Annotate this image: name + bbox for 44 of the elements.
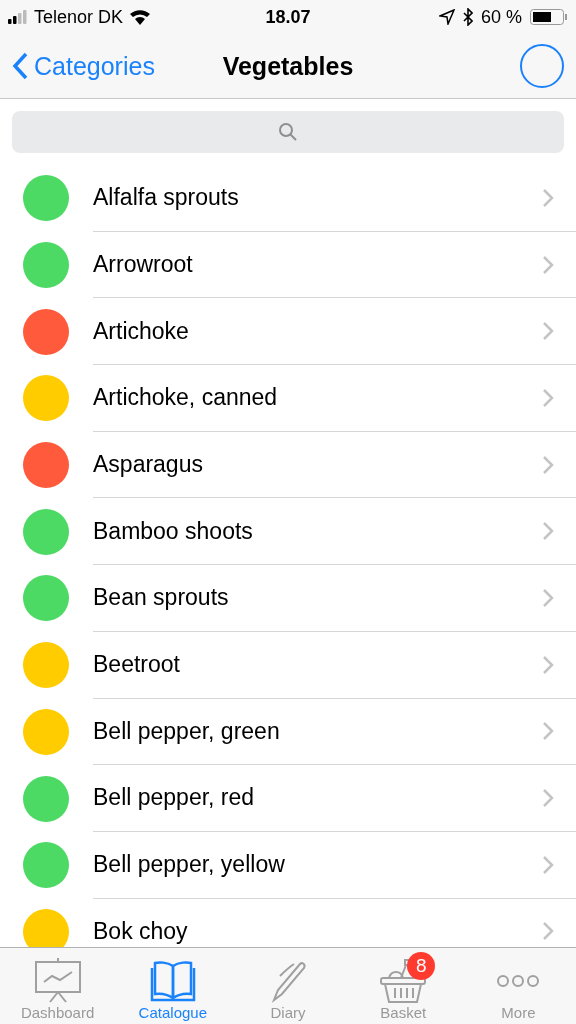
item-name[interactable]: Asparagus — [93, 451, 203, 478]
item-name[interactable]: Alfalfa sprouts — [93, 185, 239, 211]
circle-button[interactable] — [520, 44, 564, 88]
search-field[interactable] — [12, 111, 564, 153]
item-name[interactable]: Bell pepper, red — [93, 785, 255, 811]
chevron-right-icon — [542, 187, 554, 208]
chevron-right-icon — [542, 721, 554, 742]
bluetooth-icon — [463, 8, 473, 26]
item-name[interactable]: Beetroot — [93, 652, 180, 678]
chevron-right-icon — [542, 521, 554, 542]
wifi-icon — [129, 9, 152, 25]
item-name[interactable]: Bell pepper, green — [93, 718, 280, 744]
basket-icon — [379, 958, 428, 1004]
battery-percent: 60 % — [481, 6, 522, 28]
page-title: Vegetables — [222, 51, 354, 80]
location-arrow-icon — [439, 9, 455, 25]
item-name[interactable]: Artichoke — [93, 318, 189, 344]
item-name[interactable]: Bean sprouts — [93, 585, 229, 611]
chevron-right-icon — [542, 921, 554, 942]
battery-icon — [530, 8, 568, 26]
item-name[interactable]: Bok choy — [93, 918, 188, 945]
open-book-icon — [148, 958, 197, 1004]
item-name[interactable]: Arrowroot — [93, 251, 193, 278]
item-name[interactable]: Bamboo shoots — [93, 518, 253, 544]
item-name[interactable]: Bell pepper, yellow — [93, 852, 285, 878]
signal-icon — [8, 10, 28, 24]
more-icon — [497, 975, 540, 987]
carrier-name: Telenor DK — [34, 6, 124, 28]
chevron-right-icon — [542, 654, 554, 675]
search-icon — [278, 122, 298, 142]
tab-bar-item[interactable]: 8 Basket — [345, 948, 461, 1024]
tab-bar-item[interactable]: Catalogue — [115, 948, 231, 1024]
chevron-right-icon — [542, 321, 554, 342]
count-badge: 8 — [407, 952, 436, 980]
clock-time: 18.07 — [265, 6, 311, 27]
chevron-right-icon — [542, 788, 554, 809]
chevron-right-icon — [542, 454, 554, 475]
chevron-left-icon — [12, 52, 28, 80]
chevron-right-icon — [542, 854, 554, 875]
chevron-right-icon — [542, 387, 554, 408]
chevron-right-icon — [542, 254, 554, 275]
chevron-right-icon — [542, 587, 554, 608]
item-name[interactable]: Artichoke, canned — [93, 385, 278, 411]
presentation-board-icon — [33, 958, 82, 1004]
